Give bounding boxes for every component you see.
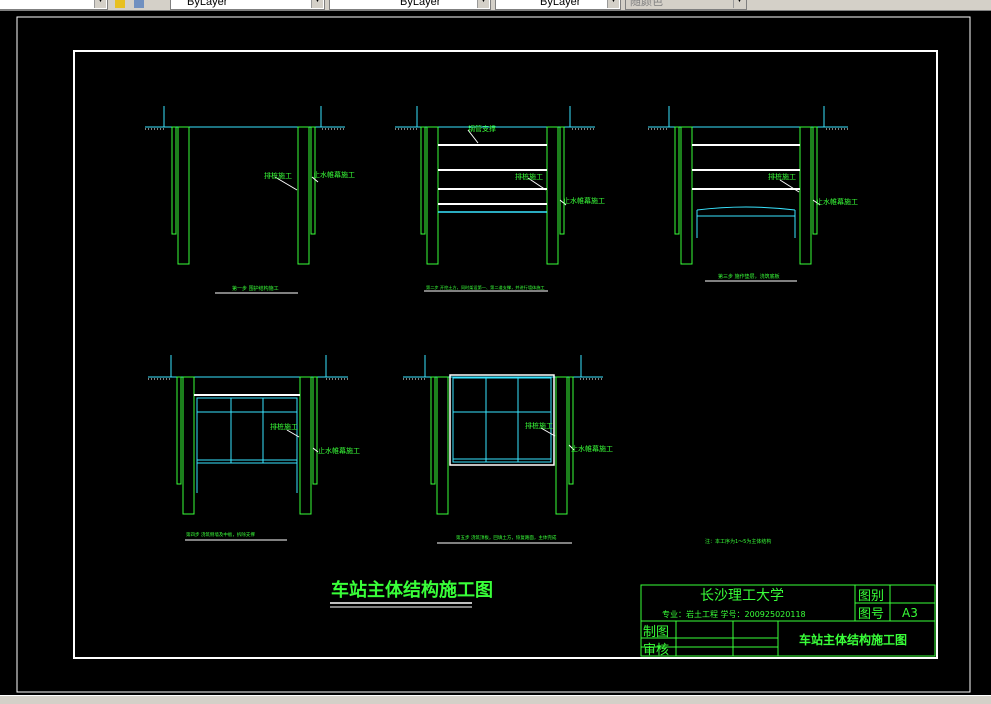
linetype-value: ByLayer <box>187 0 228 8</box>
title-block-drawn-label: 制图 <box>643 625 669 640</box>
chevron-down-icon[interactable]: ▼ <box>733 0 745 8</box>
chevron-down-icon[interactable]: ▼ <box>607 0 619 8</box>
lineweight-value: ByLayer <box>400 0 441 8</box>
cad-drawing: 排桩施工 止水帷幕施工 第一步 围护结构施工 钢管支撑 排桩施工 止水帷幕施工 … <box>16 16 971 693</box>
layer-states-icon[interactable] <box>115 0 125 8</box>
stage-1-caption: 第一步 围护结构施工 <box>232 285 279 292</box>
properties-toolbar: ▼ ByLayer ▼ ByLayer ▼ ByLayer ▼ 随颜色 ▼ <box>0 0 991 11</box>
linetype-combo[interactable]: ByLayer ▼ <box>170 0 325 10</box>
chevron-down-icon[interactable]: ▼ <box>94 0 106 8</box>
stage-4-pile-label: 排桩施工 <box>270 422 298 431</box>
stage-2-strut-label: 钢管支撑 <box>468 124 496 133</box>
stage-5-caption: 第五步 浇筑顶板，回填土方，恢复路面，主体完成 <box>456 534 557 541</box>
stage-5-pile-label: 排桩施工 <box>525 421 553 430</box>
stage-3-section <box>648 106 848 282</box>
stage-1-curtain-label: 止水帷幕施工 <box>313 170 355 179</box>
modelspace-border <box>16 16 971 693</box>
sheet-frame <box>73 50 938 659</box>
stage-1-pile-label: 排桩施工 <box>264 171 292 180</box>
title-block-category-label: 图别 <box>858 589 884 604</box>
chevron-down-icon[interactable]: ▼ <box>477 0 489 8</box>
drawing-main-title: 车站主体结构施工图 <box>331 579 493 601</box>
plotstyle-value: ByLayer <box>540 0 581 8</box>
stage-5-curtain-label: 止水帷幕施工 <box>571 444 613 453</box>
stage-2-pile-label: 排桩施工 <box>515 172 543 181</box>
title-block-size: A3 <box>902 606 918 620</box>
title-block-school: 长沙理工大学 <box>700 588 784 604</box>
chevron-down-icon[interactable]: ▼ <box>311 0 323 8</box>
title-block-info: 专业：岩土工程 学号：200925020118 <box>662 609 806 619</box>
title-block-number-label: 图号 <box>858 607 884 622</box>
stage-2-caption: 第二步 开挖土方，同时架设第一、第二道支撑，并进行墙体施工 <box>426 284 545 291</box>
title-block-drawing-name: 车站主体结构施工图 <box>799 632 907 647</box>
title-block-check-label: 审核 <box>643 643 669 658</box>
stage-3-caption: 第三步 施作垫层，浇筑底板 <box>718 273 780 280</box>
plot-color-combo[interactable]: 随颜色 ▼ <box>625 0 747 10</box>
plot-color-value: 随颜色 <box>630 0 663 8</box>
drawing-canvas[interactable]: 排桩施工 止水帷幕施工 第一步 围护结构施工 钢管支撑 排桩施工 止水帷幕施工 … <box>0 11 991 695</box>
plotstyle-combo[interactable]: ByLayer ▼ <box>495 0 621 10</box>
stage-4-caption: 第四步 浇筑侧墙及中板，拆除支撑 <box>186 531 255 538</box>
stage-1-section <box>145 106 345 294</box>
stage-3-pile-label: 排桩施工 <box>768 172 796 181</box>
drawing-note: 注：本工序为1～5为主体结构 <box>705 538 771 545</box>
stage-2-curtain-label: 止水帷幕施工 <box>563 196 605 205</box>
stage-3-curtain-label: 止水帷幕施工 <box>816 197 858 206</box>
color-combo[interactable]: ▼ <box>0 0 108 10</box>
layer-previous-icon[interactable] <box>134 0 144 8</box>
lineweight-combo[interactable]: ByLayer ▼ <box>329 0 491 10</box>
stage-4-curtain-label: 止水帷幕施工 <box>318 446 360 455</box>
